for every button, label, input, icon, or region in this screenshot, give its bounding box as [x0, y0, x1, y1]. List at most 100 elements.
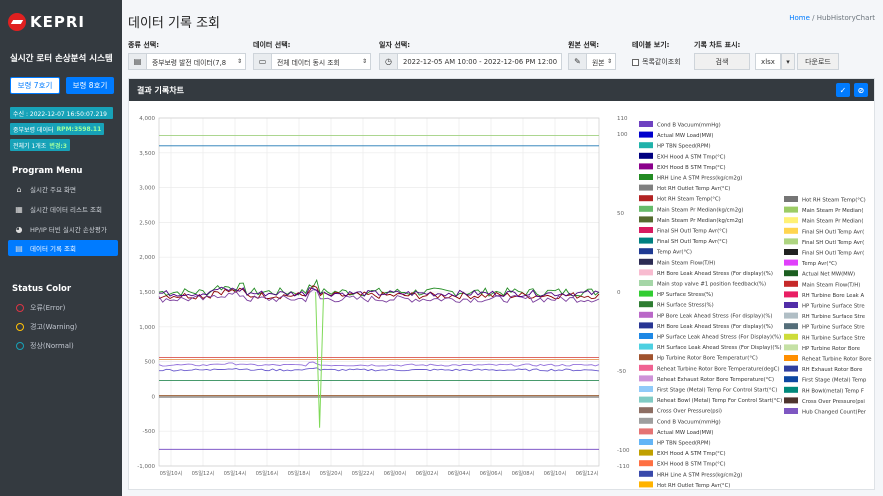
- y-right-tick-label: 50: [617, 211, 624, 217]
- legend-item: HP Bore Leak Ahead Stress (For display)(…: [657, 313, 772, 319]
- legend-item: Actual MW Load(MW): [657, 430, 713, 436]
- system-title: 실시간 로터 손상분석 시스템: [10, 54, 113, 64]
- legend-swatch: [784, 280, 798, 287]
- legend-item: Final SH Outl Temp Avr(°C): [657, 239, 728, 245]
- menu-item-realtime-main[interactable]: ⌂ 실시간 주요 화면: [8, 181, 118, 197]
- legend-swatch: [639, 290, 653, 297]
- legend-item: Cross Over Pressure(psi): [657, 409, 722, 415]
- legend-swatch: [639, 481, 653, 488]
- list-together-checkbox[interactable]: 목록같이조회: [632, 57, 681, 67]
- legend-swatch: [639, 195, 653, 202]
- legend-swatch: [784, 333, 798, 340]
- breadcrumb: Home / HubHistoryChart: [789, 14, 875, 22]
- legend-item: RH Surface Stress(%): [657, 303, 714, 309]
- x-tick-label: 05일22시: [352, 469, 375, 477]
- legend-item: Hot RH Steam Temp(°C): [657, 197, 721, 203]
- legend-swatch: [639, 333, 653, 339]
- data-select[interactable]: ▭ 전체 데이터 동시 조회 ⇕: [253, 53, 371, 70]
- legend-item: RH Bore Leak Ahead Stress (For display)(…: [657, 271, 773, 277]
- legend-swatch: [639, 417, 653, 424]
- legend-item: HRH Line A STM Press(kg/cm2g): [657, 176, 742, 182]
- menu-item-history[interactable]: ▤ 데이터 기록 조회: [8, 240, 118, 256]
- menu-item-damage-eval[interactable]: ◕ HP/IP 터빈 실시간 손상평가: [8, 221, 118, 237]
- type-label: 종류 선택:: [128, 41, 159, 49]
- chevron-updown-icon: ⇕: [606, 58, 612, 65]
- date-label: 일자 선택:: [379, 41, 410, 49]
- legend-swatch: [639, 269, 653, 276]
- legend-swatch: [639, 142, 653, 149]
- file-icon: ▤: [15, 243, 23, 253]
- caret-down-icon: ▾: [786, 57, 790, 66]
- legend-swatch: [639, 258, 653, 265]
- y-left-tick-label: 2,500: [139, 220, 155, 226]
- legend-item: Final SH Outl Temp Avr(: [802, 229, 864, 235]
- legend-swatch: [784, 227, 798, 234]
- result-chart-card: 결과 기록차트 ✓ ⊘ 4,000 3,500 3,000 2,500 2,000 1,5…: [128, 78, 875, 490]
- download-button[interactable]: 다운로드: [797, 53, 839, 70]
- unit-8-button[interactable]: 보령 8호기: [66, 77, 114, 94]
- legend-item: Reheat Bowl (Metal) Temp For Control Sta…: [657, 398, 782, 404]
- legend-item: Cond B Vacuum(mmHg): [657, 419, 721, 425]
- legend-swatch: [784, 249, 798, 255]
- legend-swatch: [784, 376, 798, 383]
- legend-swatch: [639, 375, 653, 382]
- legend-swatch: [639, 449, 653, 456]
- series-line: [158, 361, 600, 367]
- x-tick-label: 06일10시: [544, 469, 567, 477]
- menu-item-realtime-list[interactable]: ▦ 실시간 데이터 리스트 조회: [8, 201, 118, 217]
- legend-swatch: [639, 280, 653, 286]
- legend-swatch: [784, 238, 798, 245]
- error-circle-icon: [16, 304, 24, 312]
- y-left-tick-label: 4,000: [139, 116, 155, 122]
- status-error: 오류(Error): [16, 303, 65, 313]
- legend-item: HP Turbine Surface Stre: [802, 325, 865, 331]
- legend-swatch: [784, 291, 798, 298]
- legend-swatch: [639, 386, 653, 392]
- pie-chart-icon: ◕: [15, 224, 23, 234]
- checkbox-box[interactable]: [632, 58, 639, 66]
- chevron-updown-icon: ⇕: [361, 58, 367, 65]
- kepri-logo[interactable]: KEPRI: [8, 10, 116, 34]
- legend-swatch: [639, 121, 653, 127]
- legend-item: Main Steam Pr Median(: [802, 208, 863, 214]
- legend-swatch: [639, 343, 653, 350]
- legend-item: Main Steam Pr Median(: [802, 219, 863, 225]
- y-left-tick-label: 3,000: [139, 186, 155, 192]
- date-range-input[interactable]: ◷ 2022-12-05 AM 10:00 - 2022-12-06 PM 12:…: [379, 53, 562, 70]
- status-color-title: Status Color: [12, 284, 72, 294]
- legend-swatch: [784, 365, 798, 372]
- logo-text: KEPRI: [30, 13, 85, 31]
- y-right-tick-label: -50: [617, 369, 626, 375]
- legend-item: RH Surface Leak Ahead Stress (For Displa…: [657, 345, 782, 351]
- x-tick-label: 05일18시: [288, 469, 311, 477]
- format-select[interactable]: xlsx: [755, 53, 781, 70]
- page-title: 데이터 기록 조회: [128, 16, 220, 31]
- legend-swatch: [784, 196, 798, 202]
- eye-slash-icon[interactable]: ⊘: [854, 83, 868, 97]
- legend-item: HP Turbine Rotor Bore: [802, 346, 860, 352]
- y-left-tick-label: 1,000: [139, 325, 155, 331]
- legend-item: Hub Changed Count(Per: [802, 410, 867, 416]
- y-left-tick-label: 2,000: [139, 255, 155, 261]
- x-tick-label: 05일14시: [224, 469, 247, 477]
- legend-swatch: [784, 206, 798, 213]
- raw-label: 원본 선택:: [568, 41, 599, 49]
- legend-item: HP Surface Stress(%): [657, 292, 713, 298]
- type-select[interactable]: ▤ 중부보령 발전 데이터(7,8 ⇕: [128, 53, 246, 70]
- legend-swatch: [784, 302, 798, 308]
- unit-7-button[interactable]: 보령 7호기: [10, 77, 60, 94]
- y-left-tick-label: -1,000: [137, 464, 155, 470]
- legend-swatch: [639, 163, 653, 170]
- legend-swatch: [639, 470, 653, 477]
- x-tick-label: 06일08시: [512, 469, 535, 477]
- edit-icon: ✎: [569, 54, 587, 69]
- legend-item: Final SH Outl Temp Avr(: [802, 240, 864, 246]
- legend-item: Hot RH Steam Temp(°C): [802, 198, 866, 204]
- card-title: 결과 기록차트: [137, 85, 184, 95]
- legend-item: Reheat Exhaust Rotor Bore Temperature(°C…: [657, 377, 774, 383]
- search-button[interactable]: 검색: [694, 53, 750, 70]
- format-dropdown-toggle[interactable]: ▾: [781, 53, 795, 70]
- breadcrumb-home[interactable]: Home: [789, 14, 810, 22]
- check-icon[interactable]: ✓: [836, 83, 850, 97]
- raw-select[interactable]: ✎ 원본 ⇕: [568, 53, 616, 70]
